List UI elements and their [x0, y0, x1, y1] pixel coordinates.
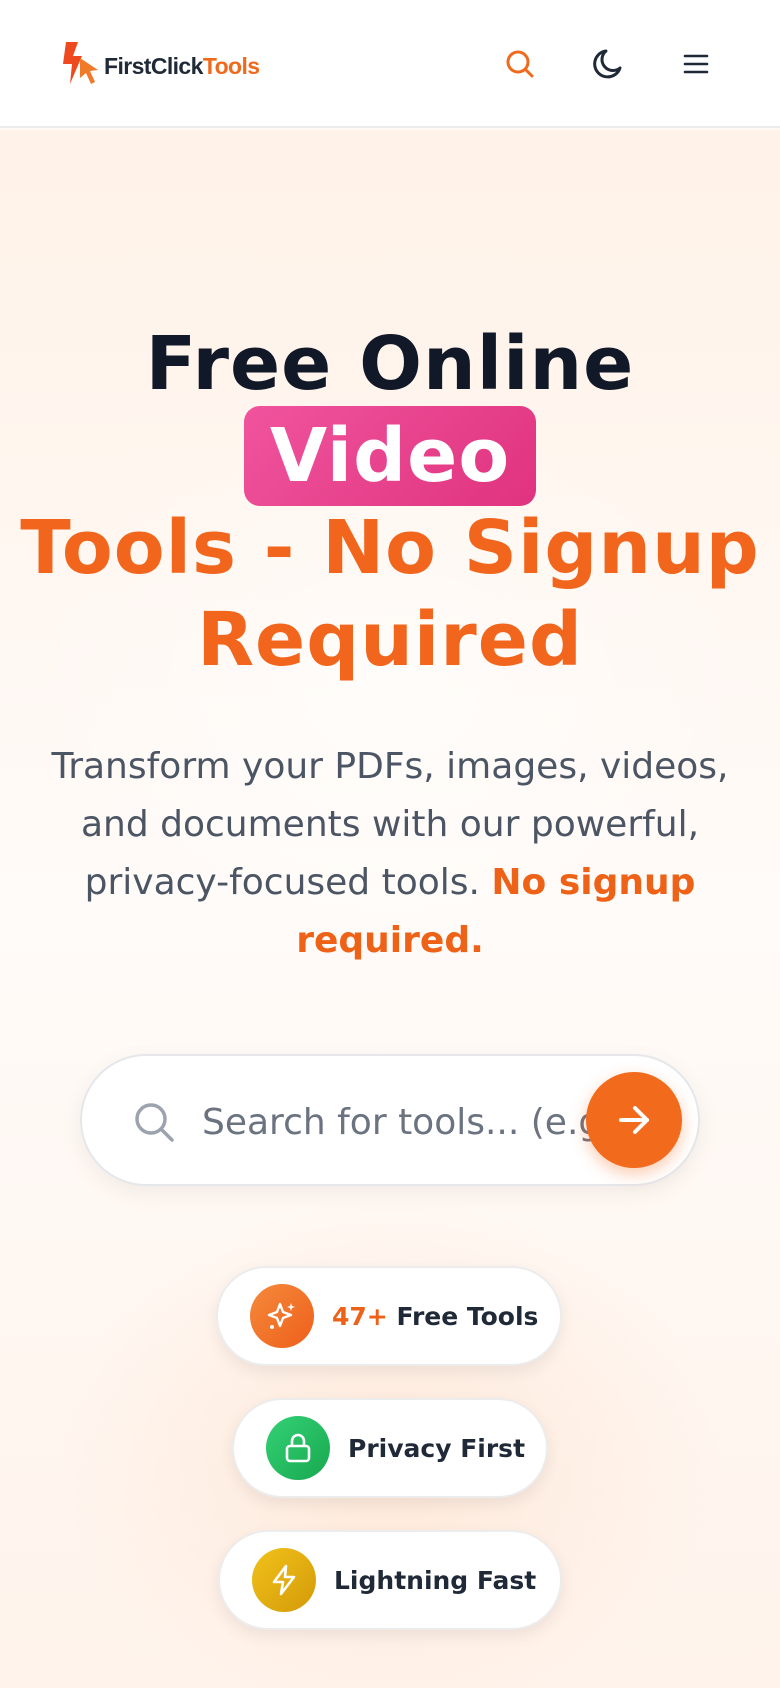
- brand-name-part1: FirstClick: [104, 52, 203, 79]
- menu-button[interactable]: [672, 40, 720, 88]
- brand-logo[interactable]: FirstClickTools: [60, 40, 260, 88]
- site-header: FirstClickTools: [0, 0, 780, 128]
- feature-badge-free-tools: 47+ Free Tools: [216, 1266, 562, 1366]
- header-search-button[interactable]: [496, 40, 544, 88]
- search-icon: [135, 1103, 174, 1142]
- feature-badge-fast: Lightning Fast: [218, 1530, 562, 1630]
- tool-search-input[interactable]: [202, 1090, 602, 1154]
- moon-icon: [593, 49, 622, 79]
- theme-toggle-button[interactable]: [584, 40, 632, 88]
- hero-subtitle: Transform your PDFs, images, videos, and…: [40, 738, 740, 970]
- hero-title-line1: Free Online: [145, 321, 635, 407]
- lightning-icon: [252, 1548, 316, 1612]
- search-icon: [506, 50, 534, 78]
- feature-label-text: Lightning Fast: [334, 1565, 537, 1595]
- hero-title-line3: Tools - No Signup Required: [20, 505, 760, 683]
- feature-label: 47+ Free Tools: [332, 1302, 538, 1331]
- feature-badge-privacy: Privacy First: [232, 1398, 548, 1498]
- hero-title: Free Online Video Tools - No Signup Requ…: [0, 318, 780, 686]
- logo-icon: [63, 42, 98, 84]
- hero-title-highlight: Video: [243, 406, 537, 506]
- sparkles-icon: [250, 1284, 314, 1348]
- brand-name-part2: Tools: [202, 52, 260, 79]
- lock-icon: [266, 1416, 330, 1480]
- feature-label-text: Free Tools: [396, 1301, 539, 1331]
- feature-label-text: Privacy First: [348, 1433, 526, 1463]
- tool-count: 47+: [332, 1301, 388, 1331]
- search-submit-button[interactable]: [586, 1072, 682, 1168]
- menu-icon: [683, 54, 709, 74]
- arrow-right-icon: [619, 1106, 649, 1134]
- brand-name: FirstClickTools: [104, 52, 260, 80]
